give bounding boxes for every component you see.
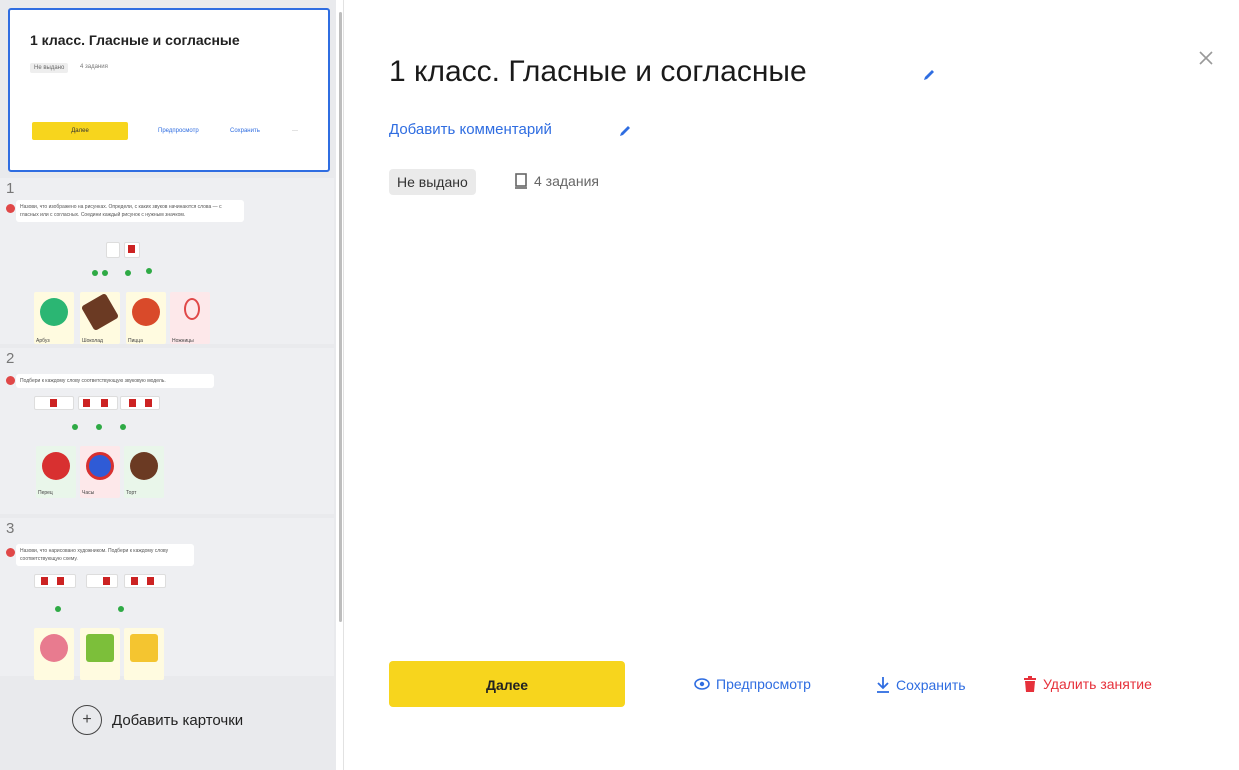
task-text: Назови, что нарисовано художником. Подбе…: [16, 544, 194, 566]
sound-scheme: [124, 574, 166, 588]
picture-tile: [80, 628, 120, 680]
edit-title-pencil-icon[interactable]: [922, 68, 936, 82]
tile-label: Арбуз: [36, 338, 50, 344]
sound-scheme: [86, 574, 118, 588]
next-button[interactable]: Далее: [389, 661, 625, 707]
connector-dot: [118, 606, 124, 612]
task-number: 3: [6, 520, 15, 537]
connector-dot: [72, 424, 78, 430]
trash-icon: [1024, 676, 1036, 692]
connector-dot: [96, 424, 102, 430]
consonant-symbol: [124, 242, 140, 258]
plus-icon: +: [72, 705, 102, 735]
scissors-icon: [184, 298, 200, 320]
task-card-3[interactable]: 3 Назови, что нарисовано художником. Под…: [0, 518, 334, 680]
task-text: Подбери к каждому слову соответствующую …: [16, 374, 214, 388]
save-label: Сохранить: [896, 677, 966, 693]
cover-next-button: Далее: [32, 122, 128, 140]
tile-label: Часы: [82, 490, 95, 496]
delete-label: Удалить занятие: [1043, 676, 1152, 692]
pizza-icon: [132, 298, 160, 326]
sound-model: [120, 396, 160, 410]
tile-label: Пицца: [128, 338, 143, 344]
warning-icon: [6, 376, 15, 385]
picture-tile: [126, 292, 166, 344]
lesson-cover-card[interactable]: 1 класс. Гласные и согласные Не выдано 4…: [8, 8, 330, 172]
close-icon[interactable]: [1196, 48, 1216, 68]
picture-tile: [124, 628, 164, 680]
panel-divider: [343, 0, 344, 770]
add-comment-link[interactable]: Добавить комментарий: [389, 121, 552, 138]
connector-dot: [92, 270, 98, 276]
warning-icon: [6, 548, 15, 557]
tile-label: Торт: [126, 490, 137, 496]
save-button[interactable]: Сохранить: [876, 676, 966, 694]
add-cards-label: Добавить карточки: [112, 711, 244, 729]
picture-tile: [80, 292, 120, 344]
sound-model: [34, 396, 74, 410]
cover-save-link: Сохранить: [230, 128, 260, 134]
task-text: Назови, что изображено на рисунках. Опре…: [16, 200, 244, 222]
delete-lesson-button[interactable]: Удалить занятие: [1023, 676, 1152, 692]
picture-tile: [170, 292, 210, 344]
task-number: 1: [6, 180, 15, 197]
watch-icon: [86, 452, 114, 480]
cover-status-badge: Не выдано: [30, 63, 69, 73]
eye-icon: [694, 678, 710, 690]
cheese-icon: [130, 634, 158, 662]
connector-dot: [120, 424, 126, 430]
connector-dot: [146, 268, 152, 274]
sound-model: [78, 396, 118, 410]
task-count-label: 4 задания: [534, 173, 599, 189]
cover-title: 1 класс. Гласные и согласные: [30, 32, 240, 48]
connector-dot: [55, 606, 61, 612]
task-card-1[interactable]: 1 Назови, что изображено на рисунках. Оп…: [0, 178, 334, 344]
task-card-2[interactable]: 2 Подбери к каждому слову соответствующу…: [0, 348, 334, 514]
sound-scheme: [34, 574, 76, 588]
picture-tile: [34, 292, 74, 344]
cards-icon: [515, 173, 527, 189]
watermelon-icon: [40, 298, 68, 326]
cover-task-count: 4 задания: [80, 64, 108, 70]
task-count: 4 задания: [514, 173, 599, 189]
rose-icon: [40, 634, 68, 662]
preview-label: Предпросмотр: [716, 676, 811, 692]
chocolate-icon: [80, 292, 120, 332]
edit-comment-pencil-icon[interactable]: [618, 124, 632, 138]
cover-preview-link: Предпросмотр: [158, 128, 199, 134]
grass-icon: [86, 634, 114, 662]
status-badge: Не выдано: [389, 169, 476, 195]
preview-button[interactable]: Предпросмотр: [694, 676, 811, 692]
warning-icon: [6, 204, 15, 213]
add-cards-button[interactable]: + Добавить карточки: [72, 705, 243, 735]
tile-label: Перец: [38, 490, 53, 496]
connector-dot: [102, 270, 108, 276]
pepper-icon: [42, 452, 70, 480]
cover-more: ···: [292, 128, 298, 134]
sidebar-scrollbar[interactable]: [339, 12, 342, 622]
task-number: 2: [6, 350, 15, 367]
tile-label: Ножницы: [172, 338, 194, 344]
cards-sidebar: 1 класс. Гласные и согласные Не выдано 4…: [0, 0, 336, 770]
tile-label: Шоколад: [82, 338, 103, 344]
vowel-symbol: [106, 242, 120, 258]
download-icon: [877, 677, 889, 693]
picture-tile: [34, 628, 74, 680]
connector-dot: [125, 270, 131, 276]
cake-icon: [130, 452, 158, 480]
lesson-title: 1 класс. Гласные и согласные: [389, 55, 807, 88]
